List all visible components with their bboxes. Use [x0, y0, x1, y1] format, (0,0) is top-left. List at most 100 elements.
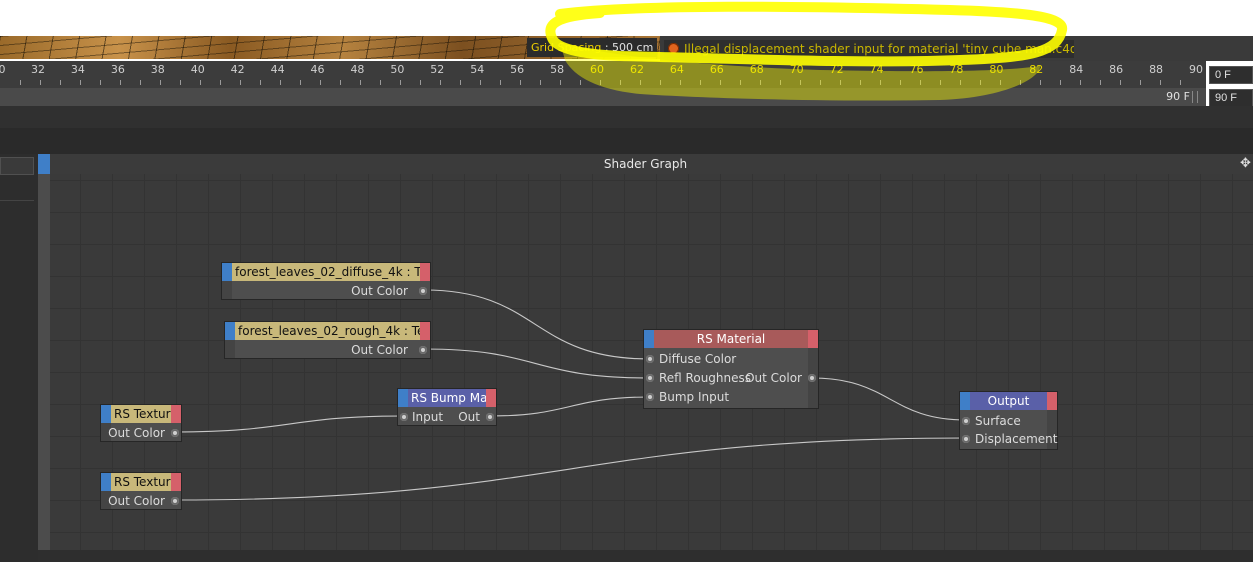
out-color-port[interactable]: [171, 429, 179, 437]
out-color-port[interactable]: [171, 497, 179, 505]
timeline-tick-mark: [140, 80, 141, 85]
timeline-tick-mark: [740, 80, 741, 85]
timeline-tick-label: 54: [470, 63, 485, 76]
timeline-tick-mark: [900, 80, 901, 85]
timeline-tick-mark: [180, 80, 181, 85]
timeline-tick-mark: [960, 80, 961, 85]
timeline-tick-label: 68: [749, 63, 764, 76]
input-port[interactable]: [400, 413, 408, 421]
timeline-tick-mark: [100, 80, 101, 85]
timeline-tick-mark: [1160, 80, 1161, 85]
timeline-tick-mark: [60, 80, 61, 85]
node-title: RS Material: [696, 332, 766, 346]
timeline-tick-mark: [560, 80, 561, 85]
timeline-tick-mark: [1040, 80, 1041, 85]
timeline-tick-label: 76: [909, 63, 924, 76]
shader-graph-title: Shader Graph: [38, 154, 1253, 174]
timeline-tick-label: 34: [70, 63, 85, 76]
timeline-tick-label: 70: [789, 63, 804, 76]
timeline-tick-mark: [460, 80, 461, 85]
timeline-tick-mark: [440, 80, 441, 85]
timeline-tick-label: 46: [310, 63, 325, 76]
timeline-tick-label: 42: [230, 63, 245, 76]
timeline-tick-mark: [1100, 80, 1101, 85]
timeline-tick-mark: [660, 80, 661, 85]
timeline-tick-mark: [500, 80, 501, 85]
out-color-port[interactable]: [419, 346, 427, 354]
node-rs-texture-2[interactable]: RS Texture Out Color: [100, 472, 182, 510]
node-title: RS Texture: [114, 475, 178, 489]
surface-port[interactable]: [962, 417, 970, 425]
range-handle[interactable]: [1192, 91, 1198, 103]
timeline-tick-label: 90: [1189, 63, 1203, 76]
timeline-tick-label: 48: [350, 63, 365, 76]
timeline-tick-mark: [840, 80, 841, 85]
timeline-tick-mark: [40, 80, 41, 85]
out-port[interactable]: [486, 413, 494, 421]
move-icon[interactable]: ✥: [1240, 157, 1253, 170]
port-label: Input: [412, 410, 444, 424]
bump-input-port[interactable]: [646, 393, 654, 401]
timeline-tick-mark: [320, 80, 321, 85]
timeline-tick-mark: [1060, 80, 1061, 85]
node-rs-material[interactable]: RS Material Diffuse Color Refl Roughness…: [643, 329, 819, 409]
shader-graph-bottom-bar: [38, 550, 1253, 562]
node-output[interactable]: Output Surface Displacement: [959, 391, 1058, 450]
timeline-tick-mark: [1000, 80, 1001, 85]
range-end-label: 90 F: [1166, 90, 1190, 103]
start-frame-field[interactable]: [1209, 66, 1253, 84]
left-panel-field[interactable]: [0, 157, 34, 175]
port-label: Out Color: [108, 426, 165, 440]
timeline-tick-label: 64: [669, 63, 684, 76]
timeline-tick-mark: [920, 80, 921, 85]
timeline-tick-mark: [1140, 80, 1141, 85]
grid-spacing-value: : 500 cm: [604, 41, 654, 54]
timeline-tick-mark: [820, 80, 821, 85]
displacement-port[interactable]: [962, 435, 970, 443]
shader-graph-left-strip: [38, 174, 50, 550]
node-rough-texture[interactable]: forest_leaves_02_rough_4k : Texture Out …: [224, 321, 431, 359]
warning-dot-icon: [668, 43, 679, 54]
timeline-tick-label: 80: [989, 63, 1004, 76]
port-label: Diffuse Color: [659, 352, 737, 366]
timeline-tick-mark: [480, 80, 481, 85]
node-title: forest_leaves_02_rough_4k : Texture: [238, 324, 430, 338]
timeline-tick-mark: [940, 80, 941, 85]
timeline-tick-mark: [540, 80, 541, 85]
node-diffuse-texture[interactable]: forest_leaves_02_diffuse_4k : Texture Ou…: [221, 262, 431, 300]
panel-corner-handle[interactable]: [38, 154, 50, 174]
port-label: Bump Input: [659, 390, 730, 404]
timeline-tick-label: 32: [31, 63, 45, 76]
status-message[interactable]: Illegal displacement shader input for ma…: [664, 40, 1074, 58]
node-rs-bump-map[interactable]: RS Bump Map Input Out: [397, 388, 497, 426]
timeline-tick-mark: [160, 80, 161, 85]
node-rs-texture-1[interactable]: RS Texture Out Color: [100, 404, 182, 442]
timeline-tick-mark: [400, 80, 401, 85]
port-label: Out Color: [108, 494, 165, 508]
timeline-tick-mark: [760, 80, 761, 85]
timeline-tick-mark: [780, 80, 781, 85]
range-slider[interactable]: [0, 88, 1206, 106]
timeline-tick-mark: [240, 80, 241, 85]
timeline-tick-label: 84: [1069, 63, 1084, 76]
timeline-tick-label: 62: [629, 63, 644, 76]
diffuse-color-port[interactable]: [646, 355, 654, 363]
port-label: Surface: [975, 414, 1021, 428]
timeline-tick-mark: [980, 80, 981, 85]
out-color-port[interactable]: [419, 287, 427, 295]
timeline-tick-label: 38: [150, 63, 165, 76]
timeline-tick-label: 56: [510, 63, 525, 76]
refl-roughness-port[interactable]: [646, 374, 654, 382]
timeline-ruler[interactable]: 0 32 34 36 38 40 42 44 46 48 50 52 54 56 58 60 62 64 66 68 7…: [0, 61, 1206, 88]
timeline-tick-mark: [620, 80, 621, 85]
timeline-tick-mark: [200, 80, 201, 85]
timeline-tick-mark: [80, 80, 81, 85]
timeline-tick-mark: [800, 80, 801, 85]
node-title: RS Bump Map: [411, 391, 496, 405]
timeline-tick-mark: [580, 80, 581, 85]
grid-spacing-label: Grid Spacing: [531, 41, 602, 54]
timeline-tick-mark: [1080, 80, 1081, 85]
toolbar-strip: [0, 106, 1253, 128]
end-frame-field[interactable]: [1209, 89, 1253, 107]
out-color-port[interactable]: [808, 374, 816, 382]
